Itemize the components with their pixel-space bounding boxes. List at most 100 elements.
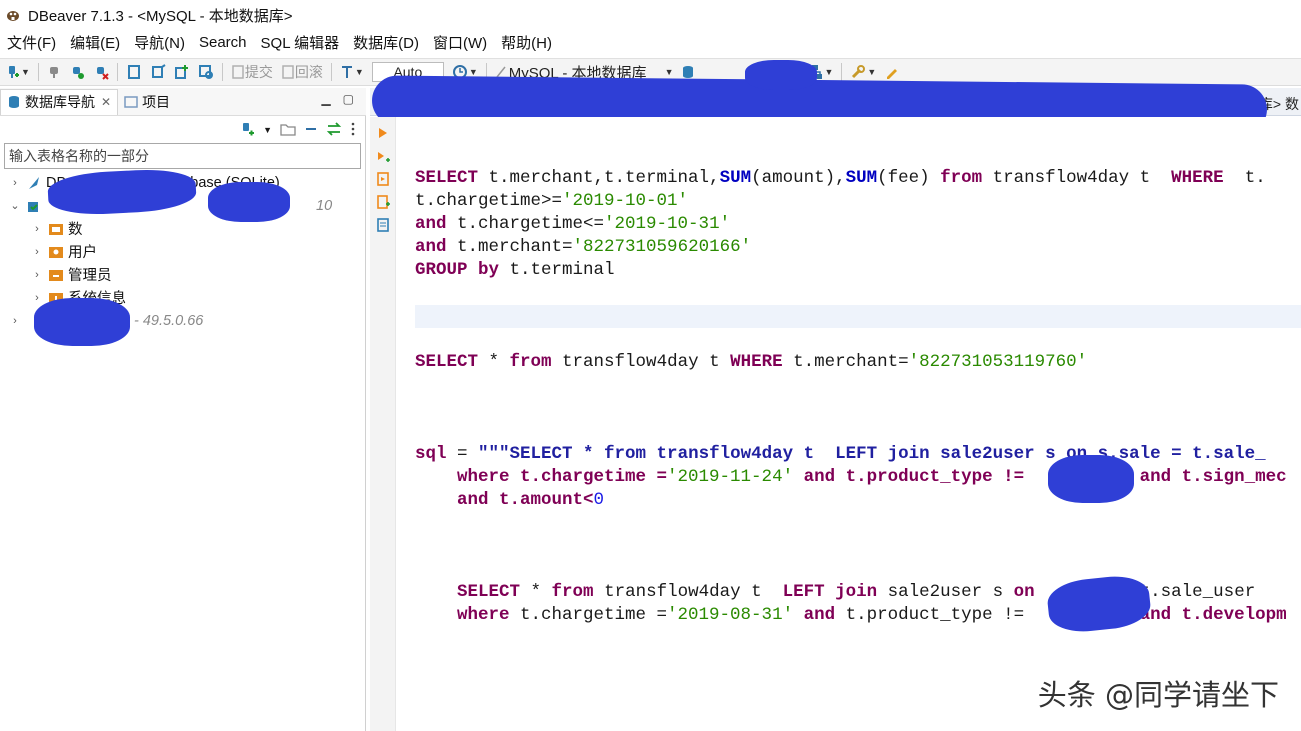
chevron-right-icon[interactable]: › xyxy=(30,269,44,281)
maximize-icon[interactable]: ▢ xyxy=(343,92,354,106)
code-token: * xyxy=(520,582,552,602)
chevron-right-icon[interactable]: › xyxy=(30,292,44,304)
code-token: '2019-10-01' xyxy=(562,191,689,211)
code-line: where t.chargetime ='2019-08-31' and t.p… xyxy=(415,604,1301,627)
new-connection-icon[interactable] xyxy=(239,121,255,140)
transaction-icon xyxy=(127,65,140,79)
code-token: SELECT xyxy=(415,352,479,372)
toolbar-separator xyxy=(841,63,843,81)
execute-script-new-tab-icon[interactable] xyxy=(376,195,390,209)
code-token: t. xyxy=(1223,168,1266,188)
current-code-line xyxy=(415,305,1301,328)
code-token: on xyxy=(1013,582,1035,602)
table-filter-input[interactable] xyxy=(4,143,361,169)
chevron-down-icon[interactable]: ⌄ xyxy=(8,199,22,212)
transaction-mode-button[interactable] xyxy=(124,61,144,83)
redaction-scribble xyxy=(1048,455,1134,503)
code-line: and t.merchant='822731059620166' xyxy=(415,236,1301,259)
menu-database[interactable]: 数据库(D) xyxy=(346,32,426,53)
execute-script-icon[interactable] xyxy=(376,172,390,186)
code-line: t.chargetime>='2019-10-01' xyxy=(415,190,1301,213)
project-icon xyxy=(124,95,138,108)
execute-new-tab-icon[interactable] xyxy=(376,150,390,164)
tree-item-databases[interactable]: › 数 xyxy=(0,217,366,240)
code-token: LEFT join xyxy=(782,582,878,602)
code-token: (amount), xyxy=(751,168,846,188)
tab-label: 数据库导航 xyxy=(25,94,95,110)
chevron-right-icon[interactable]: › xyxy=(8,315,22,327)
rollback-icon xyxy=(282,65,294,79)
code-token: t.chargetime = xyxy=(509,605,668,625)
navigator-tabs: 数据库导航 ✕ 项目 ▁ ▢ xyxy=(0,88,366,116)
chevron-right-icon[interactable]: › xyxy=(30,246,44,258)
invalidate-reconnect-button[interactable] xyxy=(67,61,87,83)
menu-edit[interactable]: 编辑(E) xyxy=(63,32,127,53)
rollback-button[interactable]: 回滚 xyxy=(279,61,325,83)
explain-plan-icon[interactable] xyxy=(376,218,390,232)
watermark-text: 头条 @同学请坐下 xyxy=(1037,678,1279,712)
auto-commit-button[interactable] xyxy=(172,61,192,83)
connect-button[interactable] xyxy=(45,61,63,83)
menu-sql-editor[interactable]: SQL 编辑器 xyxy=(254,32,347,53)
code-token: from xyxy=(551,582,594,602)
code-token: '822731059620166' xyxy=(572,237,752,257)
editor-ruler xyxy=(370,117,396,731)
code-line: where t.chargetime ='2019-11-24' and t.p… xyxy=(415,466,1301,489)
link-with-editor-icon[interactable] xyxy=(326,121,342,139)
commit-button[interactable]: 提交 xyxy=(229,61,275,83)
plug-plus-icon xyxy=(9,66,19,78)
code-token: SELECT xyxy=(415,582,521,602)
code-line: SELECT * from transflow4day t LEFT join … xyxy=(415,581,1301,604)
transaction-log-button[interactable] xyxy=(196,61,216,83)
menu-help[interactable]: 帮助(H) xyxy=(494,32,559,53)
chevron-down-icon[interactable]: ▼ xyxy=(263,125,272,135)
redaction-scribble xyxy=(745,60,817,90)
menu-navigate[interactable]: 导航(N) xyxy=(127,32,192,53)
minimize-icon[interactable]: ▁ xyxy=(321,92,330,106)
chevron-right-icon[interactable]: › xyxy=(30,223,44,235)
chevron-right-icon[interactable]: › xyxy=(8,177,22,189)
code-token: from xyxy=(509,352,552,372)
window-title: DBeaver 7.1.3 - <MySQL - 本地数据库> xyxy=(28,7,293,25)
code-token: sql xyxy=(415,444,447,464)
new-connection-button[interactable]: ▼ xyxy=(2,61,32,83)
collapse-all-icon[interactable] xyxy=(304,122,318,139)
sql-code[interactable]: SELECT t.merchant,t.terminal,SUM(amount)… xyxy=(415,167,1301,627)
tree-item-label: 数 xyxy=(68,222,83,238)
tree-item-host: - 49.5.0.66 xyxy=(134,312,204,329)
edit-pencil-icon xyxy=(887,69,898,79)
code-token: SELECT xyxy=(415,168,479,188)
tree-item-label: 用户 xyxy=(68,245,97,261)
code-token: SUM xyxy=(719,168,752,188)
smart-commit-button[interactable] xyxy=(148,61,168,83)
sqlite-feather-icon xyxy=(29,176,39,189)
disconnect-button[interactable] xyxy=(91,61,111,83)
database-icon xyxy=(9,96,19,108)
new-folder-icon[interactable] xyxy=(280,121,296,140)
sql-editor[interactable]: SELECT t.merchant,t.terminal,SUM(amount)… xyxy=(370,117,1301,731)
menu-file[interactable]: 文件(F) xyxy=(0,32,63,53)
menu-search[interactable]: Search xyxy=(192,34,254,51)
bookmark-button[interactable] xyxy=(882,61,902,83)
toolbar-separator xyxy=(116,63,118,81)
navigator-toolbar: ▼ xyxy=(0,118,366,142)
close-icon[interactable]: ✕ xyxy=(101,95,111,109)
transaction-isolation-button[interactable]: ▼ xyxy=(338,61,366,83)
menu-window[interactable]: 窗口(W) xyxy=(426,32,494,53)
code-token: t.merchant= xyxy=(446,237,573,257)
menu-bar: 文件(F) 编辑(E) 导航(N) Search SQL 编辑器 数据库(D) … xyxy=(0,30,1301,54)
code-token: = xyxy=(446,444,479,464)
transaction-log-icon xyxy=(198,65,213,79)
tab-projects[interactable]: 项目 xyxy=(118,89,176,115)
tree-item-users[interactable]: › 用户 xyxy=(0,240,366,263)
view-menu-icon[interactable] xyxy=(350,122,356,139)
tree-item-administrators[interactable]: › 管理员 xyxy=(0,263,366,286)
tab-database-navigator[interactable]: 数据库导航 ✕ xyxy=(0,88,119,115)
execute-statement-icon[interactable] xyxy=(376,126,390,140)
code-token: t.terminal xyxy=(499,260,615,280)
code-token: '822731053119760' xyxy=(908,352,1088,372)
